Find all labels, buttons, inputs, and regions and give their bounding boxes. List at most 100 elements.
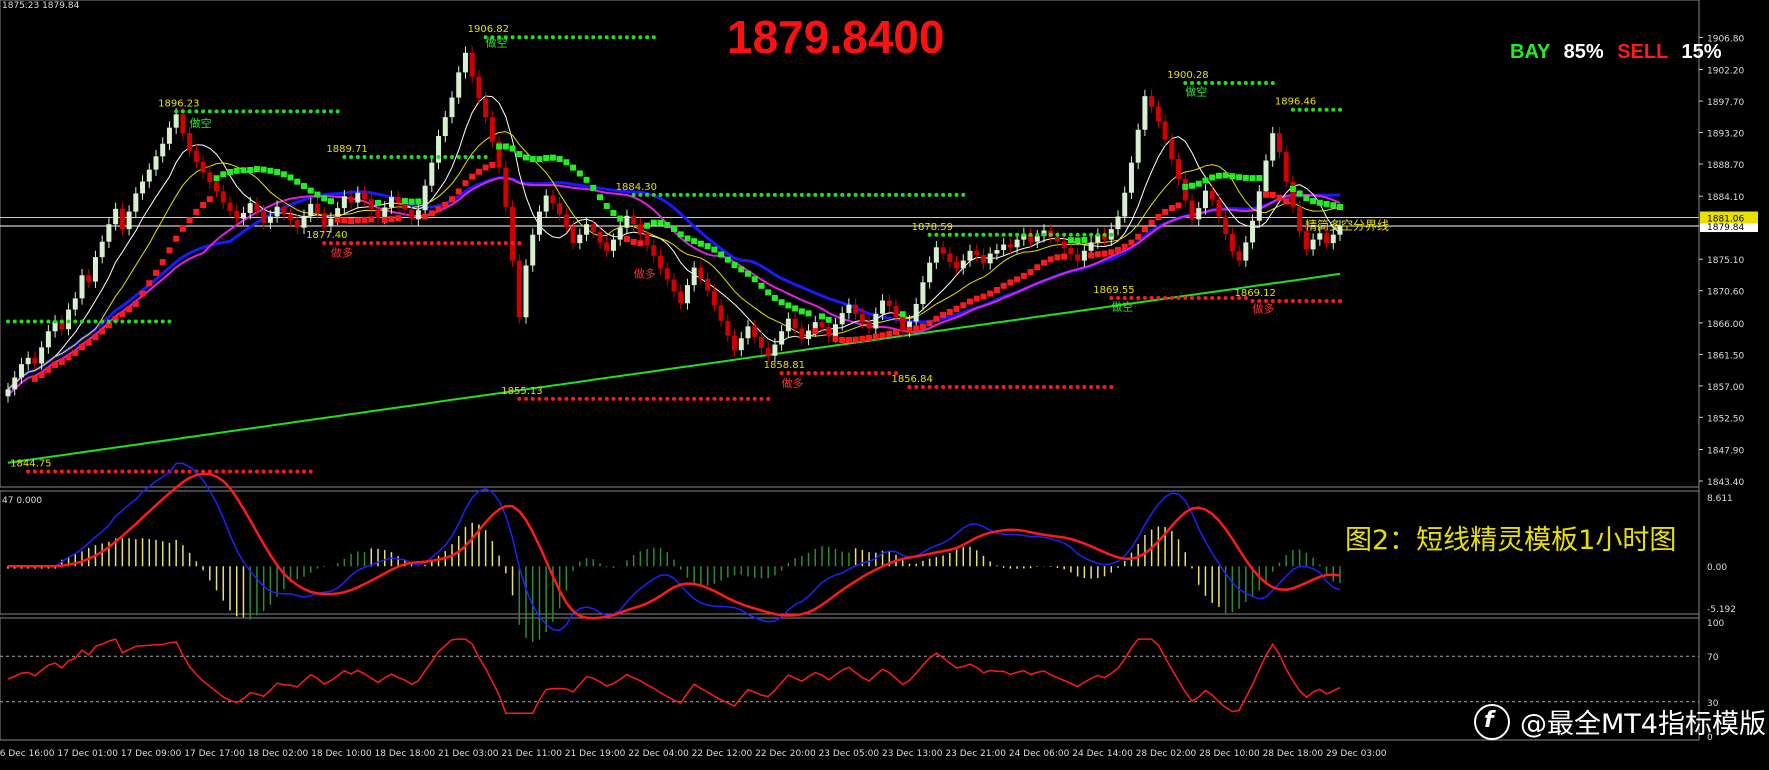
trend-block bbox=[1303, 195, 1310, 202]
trend-block bbox=[650, 219, 657, 226]
level-dot bbox=[1311, 107, 1316, 112]
level-dot bbox=[167, 319, 172, 324]
level-dot bbox=[1021, 232, 1026, 237]
candle-body bbox=[12, 377, 18, 390]
trend-block bbox=[449, 196, 455, 203]
level-dot bbox=[180, 469, 185, 474]
trend-block bbox=[1263, 191, 1269, 198]
level-dot bbox=[1055, 384, 1060, 389]
price-label-0: 1906.82 bbox=[468, 24, 509, 35]
level-dot bbox=[328, 109, 333, 114]
level-dot bbox=[1196, 296, 1201, 301]
level-dot bbox=[1203, 296, 1208, 301]
level-dot bbox=[1008, 384, 1013, 389]
candle-body bbox=[886, 300, 892, 307]
level-dot bbox=[1068, 232, 1073, 237]
level-dot bbox=[207, 109, 212, 114]
trend-block bbox=[99, 328, 106, 335]
trend-block bbox=[852, 336, 859, 343]
level-dot bbox=[127, 319, 132, 324]
candle-body bbox=[92, 257, 98, 282]
candle-body bbox=[738, 338, 744, 351]
trend-block bbox=[314, 191, 321, 198]
trend-block bbox=[159, 259, 166, 266]
trend-block bbox=[139, 290, 146, 297]
level-dot bbox=[766, 396, 771, 401]
trend-block bbox=[765, 289, 772, 296]
trend-block bbox=[792, 305, 799, 312]
candle-body bbox=[1317, 233, 1323, 240]
level-dot bbox=[281, 469, 286, 474]
candle-body bbox=[5, 389, 11, 397]
level-dot bbox=[907, 192, 912, 197]
x-label-9: 21 Dec 19:00 bbox=[565, 749, 626, 759]
level-dot bbox=[1156, 296, 1161, 301]
level-dot bbox=[604, 35, 609, 40]
level-dot bbox=[106, 319, 111, 324]
level-dot bbox=[564, 35, 569, 40]
trend-block bbox=[415, 198, 422, 205]
level-dot bbox=[968, 384, 972, 389]
level-dot bbox=[887, 192, 892, 197]
trend-block bbox=[845, 336, 852, 343]
level-dot bbox=[672, 396, 676, 401]
level-dot bbox=[645, 396, 650, 401]
level-dot bbox=[611, 35, 616, 40]
candle-body bbox=[806, 330, 812, 339]
annotation-6: 做空 bbox=[1111, 299, 1133, 313]
level-dot bbox=[672, 192, 676, 197]
level-dot bbox=[342, 241, 347, 246]
level-dot bbox=[1075, 232, 1080, 237]
trend-block bbox=[502, 143, 509, 150]
level-dot bbox=[1297, 299, 1302, 304]
level-dot bbox=[59, 319, 64, 324]
candle-body bbox=[631, 215, 637, 225]
level-dot bbox=[1142, 296, 1147, 301]
bay-label: BAY bbox=[1510, 41, 1551, 63]
panel-frame-0 bbox=[0, 0, 1700, 488]
y-tick-3: 1893.20 bbox=[1707, 130, 1744, 140]
trend-block bbox=[1289, 185, 1296, 192]
trend-block bbox=[92, 334, 99, 341]
level-dot bbox=[725, 192, 730, 197]
candle-body bbox=[570, 226, 576, 244]
x-label-12: 22 Dec 20:00 bbox=[755, 749, 816, 759]
trend-block bbox=[267, 167, 274, 174]
level-dot bbox=[914, 192, 919, 197]
candle-body bbox=[220, 191, 226, 203]
candle-body bbox=[119, 208, 125, 230]
level-dot bbox=[947, 232, 952, 237]
level-dot bbox=[382, 154, 387, 159]
x-label-2: 17 Dec 09:00 bbox=[121, 749, 182, 759]
level-dot bbox=[759, 192, 764, 197]
candle-body bbox=[893, 306, 899, 318]
trend-block bbox=[1148, 219, 1155, 226]
level-dot bbox=[571, 396, 576, 401]
level-dot bbox=[954, 192, 959, 197]
level-dot bbox=[813, 192, 818, 197]
level-dot bbox=[954, 384, 959, 389]
level-dot bbox=[550, 396, 555, 401]
level-dot bbox=[1203, 81, 1208, 86]
candle-body bbox=[637, 224, 643, 234]
candle-body bbox=[577, 234, 583, 244]
level-dot bbox=[174, 469, 179, 474]
level-dot bbox=[624, 396, 629, 401]
trend-block bbox=[321, 195, 328, 202]
level-dot bbox=[927, 232, 932, 237]
level-dot bbox=[994, 232, 999, 237]
trend-block bbox=[610, 210, 617, 217]
level-dot bbox=[32, 469, 37, 474]
level-dot bbox=[853, 371, 858, 376]
trend-block bbox=[1020, 272, 1027, 279]
y-tick-13: 1852.50 bbox=[1707, 414, 1744, 424]
candle-body bbox=[954, 261, 960, 269]
level-dot bbox=[988, 384, 993, 389]
candle-body bbox=[664, 268, 670, 280]
level-dot bbox=[456, 154, 461, 159]
trend-block bbox=[31, 375, 38, 382]
level-dot bbox=[820, 371, 824, 376]
level-dot bbox=[423, 154, 428, 159]
trend-block bbox=[442, 201, 449, 208]
trend-block bbox=[482, 164, 489, 171]
